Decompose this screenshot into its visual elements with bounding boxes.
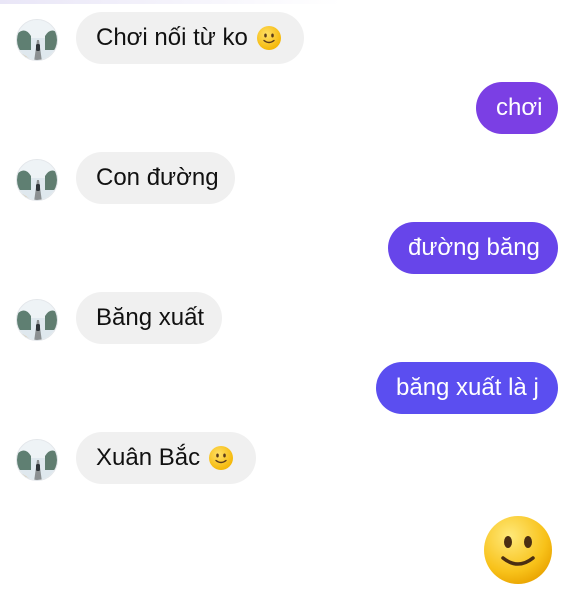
message-text: Băng xuất [96,304,205,331]
message-row-outgoing: đường băng [0,222,570,276]
top-edge [0,0,570,4]
message-row-outgoing: băng xuất là j [0,362,570,416]
message-text: Xuân Bắc [96,444,201,471]
message-bubble[interactable]: đường băng [388,222,558,274]
contact-avatar[interactable] [16,439,58,481]
avatar-road-image [17,440,57,480]
avatar-road-image [17,20,57,60]
slightly-smiling-face-icon [209,446,234,470]
message-row-incoming: Băng xuất [0,292,570,346]
message-text: băng xuất là j [396,374,539,401]
message-bubble[interactable]: Băng xuất [76,292,222,344]
contact-avatar[interactable] [16,299,58,341]
message-text: chơi [496,94,543,121]
contact-avatar[interactable] [16,19,58,61]
contact-avatar[interactable] [16,159,58,201]
message-bubble[interactable]: băng xuất là j [376,362,558,414]
message-row-incoming: Con đường [0,152,570,206]
message-row-incoming: Xuân Bắc [0,432,570,486]
message-text: Chơi nối từ ko [96,24,248,51]
slightly-smiling-face-icon [256,26,281,50]
large-slightly-smiling-face-icon[interactable] [482,514,554,586]
avatar-road-image [17,160,57,200]
avatar-road-image [17,300,57,340]
message-text: Con đường [96,164,219,191]
message-row-incoming: Chơi nối từ ko [0,12,570,66]
message-text: đường băng [408,234,540,261]
chat-thread: Chơi nối từ ko chơi Con đường đường băng… [0,0,570,600]
message-bubble[interactable]: Xuân Bắc [76,432,256,484]
message-row-outgoing: chơi [0,82,570,136]
message-bubble[interactable]: chơi [476,82,558,134]
message-bubble[interactable]: Chơi nối từ ko [76,12,304,64]
message-bubble[interactable]: Con đường [76,152,235,204]
